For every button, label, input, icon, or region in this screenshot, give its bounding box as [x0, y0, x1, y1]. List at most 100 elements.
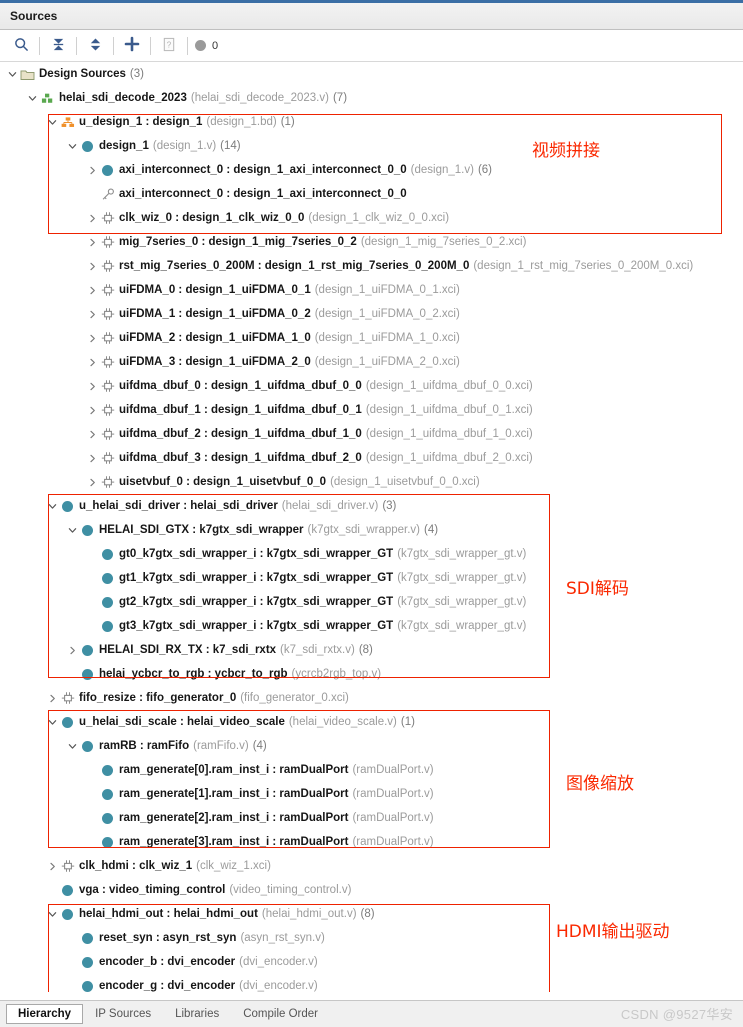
tree-row-filename: (dvi_encoder.v): [239, 956, 318, 968]
ip-core-icon: [99, 374, 116, 398]
chevron-right-icon[interactable]: [86, 254, 99, 278]
tree-row[interactable]: design_1 (design_1.v) (14): [0, 134, 743, 158]
tree-row-filename: (ycrcb2rgb_top.v): [291, 668, 382, 680]
tree-row[interactable]: uiFDMA_3 : design_1_uiFDMA_2_0 (design_1_…: [0, 350, 743, 374]
ip-core-icon: [99, 206, 116, 230]
chevron-right-icon[interactable]: [86, 470, 99, 494]
tree-row[interactable]: helai_ycbcr_to_rgb : ycbcr_to_rgb (ycrcb2…: [0, 662, 743, 686]
tree-row-filename: (ramDualPort.v): [352, 836, 434, 848]
chevron-down-icon[interactable]: [66, 134, 79, 158]
tree-row[interactable]: uifdma_dbuf_0 : design_1_uifdma_dbuf_0_0…: [0, 374, 743, 398]
chevron-down-icon[interactable]: [66, 734, 79, 758]
tree-row[interactable]: HELAI_SDI_RX_TX : k7_sdi_rxtx (k7_sdi_rxt…: [0, 638, 743, 662]
tree-row[interactable]: u_helai_sdi_driver : helai_sdi_driver (he…: [0, 494, 743, 518]
folder-icon: [19, 62, 36, 86]
chevron-down-icon[interactable]: [26, 86, 39, 110]
chevron-right-icon[interactable]: [86, 206, 99, 230]
chevron-down-icon[interactable]: [6, 62, 19, 86]
svg-text:?: ?: [167, 40, 172, 49]
tree-row[interactable]: ram_generate[3].ram_inst_i : ramDualPort…: [0, 830, 743, 854]
collapse-all-button[interactable]: [43, 33, 73, 59]
tree-row[interactable]: u_design_1 : design_1 (design_1.bd) (1): [0, 110, 743, 134]
tree-row[interactable]: gt3_k7gtx_sdi_wrapper_i : k7gtx_sdi_wrap…: [0, 614, 743, 638]
chevron-down-icon[interactable]: [66, 518, 79, 542]
tree-row[interactable]: clk_hdmi : clk_wiz_1 (clk_wiz_1.xci): [0, 854, 743, 878]
chevron-right-icon[interactable]: [86, 230, 99, 254]
tree-row[interactable]: uiFDMA_0 : design_1_uiFDMA_0_1 (design_1_…: [0, 278, 743, 302]
tree-row[interactable]: axi_interconnect_0 : design_1_axi_interc…: [0, 182, 743, 206]
tree-row-child-count: (1): [400, 716, 415, 728]
tree-row[interactable]: ramRB : ramFifo (ramFifo.v) (4): [0, 734, 743, 758]
panel-title-bar: Sources: [0, 0, 743, 30]
circle-icon: [99, 830, 116, 854]
tab-libraries[interactable]: Libraries: [163, 1004, 231, 1024]
tree-row[interactable]: vga : video_timing_control (video_timing_…: [0, 878, 743, 902]
block-design-icon: [59, 110, 76, 134]
chevron-right-icon[interactable]: [86, 422, 99, 446]
ip-core-icon: [99, 422, 116, 446]
tree-row[interactable]: gt2_k7gtx_sdi_wrapper_i : k7gtx_sdi_wrap…: [0, 590, 743, 614]
tree-row-label: u_design_1 : design_1: [79, 116, 203, 128]
add-sources-button[interactable]: [117, 33, 147, 59]
tab-ip-sources[interactable]: IP Sources: [83, 1004, 163, 1024]
ip-core-icon: [59, 686, 76, 710]
tree-row[interactable]: fifo_resize : fifo_generator_0 (fifo_gene…: [0, 686, 743, 710]
tree-row[interactable]: gt0_k7gtx_sdi_wrapper_i : k7gtx_sdi_wrap…: [0, 542, 743, 566]
tree-row[interactable]: HELAI_SDI_GTX : k7gtx_sdi_wrapper (k7gtx_…: [0, 518, 743, 542]
tree-row[interactable]: uisetvbuf_0 : design_1_uisetvbuf_0_0 (des…: [0, 470, 743, 494]
chevron-right-icon[interactable]: [86, 374, 99, 398]
chevron-right-icon[interactable]: [86, 302, 99, 326]
tree-row-label: axi_interconnect_0 : design_1_axi_interc…: [119, 164, 407, 176]
tree-row-label: uiFDMA_2 : design_1_uiFDMA_1_0: [119, 332, 311, 344]
chevron-down-icon[interactable]: [46, 110, 59, 134]
tree-row-filename: (fifo_generator_0.xci): [240, 692, 349, 704]
chevron-right-icon[interactable]: [86, 158, 99, 182]
tree-row[interactable]: clk_wiz_0 : design_1_clk_wiz_0_0 (design_…: [0, 206, 743, 230]
search-button[interactable]: [6, 33, 36, 59]
tree-row[interactable]: gt1_k7gtx_sdi_wrapper_i : k7gtx_sdi_wrap…: [0, 566, 743, 590]
tree-row[interactable]: ram_generate[2].ram_inst_i : ramDualPort…: [0, 806, 743, 830]
chevron-down-icon[interactable]: [46, 494, 59, 518]
sources-tree[interactable]: Design Sources (3) helai_sdi_decode_2023 (h…: [0, 62, 743, 992]
tree-row[interactable]: encoder_b : dvi_encoder (dvi_encoder.v): [0, 950, 743, 974]
tree-row[interactable]: axi_interconnect_0 : design_1_axi_interc…: [0, 158, 743, 182]
chevron-down-icon[interactable]: [46, 902, 59, 926]
tree-row[interactable]: mig_7series_0 : design_1_mig_7series_0_2…: [0, 230, 743, 254]
tree-row-label: mig_7series_0 : design_1_mig_7series_0_2: [119, 236, 357, 248]
chevron-right-icon[interactable]: [86, 278, 99, 302]
tree-row[interactable]: uifdma_dbuf_1 : design_1_uifdma_dbuf_0_1…: [0, 398, 743, 422]
tree-row-filename: (ramDualPort.v): [352, 764, 434, 776]
status-count-label: 0: [212, 39, 219, 52]
tree-row[interactable]: uifdma_dbuf_3 : design_1_uifdma_dbuf_2_0…: [0, 446, 743, 470]
tab-compile-order[interactable]: Compile Order: [231, 1004, 330, 1024]
tree-row-label: HELAI_SDI_RX_TX : k7_sdi_rxtx: [99, 644, 277, 656]
chevron-right-icon[interactable]: [86, 326, 99, 350]
tree-row[interactable]: uiFDMA_1 : design_1_uiFDMA_0_2 (design_1_…: [0, 302, 743, 326]
tree-row-label: encoder_g : dvi_encoder: [99, 980, 236, 992]
tree-row[interactable]: encoder_g : dvi_encoder (dvi_encoder.v): [0, 974, 743, 992]
tree-row[interactable]: uiFDMA_2 : design_1_uiFDMA_1_0 (design_1_…: [0, 326, 743, 350]
tree-row[interactable]: u_helai_sdi_scale : helai_video_scale (he…: [0, 710, 743, 734]
tree-row-filename: (design_1_uiFDMA_0_1.xci): [314, 284, 460, 296]
chevron-down-icon[interactable]: [46, 710, 59, 734]
tree-row[interactable]: uifdma_dbuf_2 : design_1_uifdma_dbuf_1_0…: [0, 422, 743, 446]
tree-row[interactable]: rst_mig_7series_0_200M : design_1_rst_mi…: [0, 254, 743, 278]
tree-row-filename: (design_1_clk_wiz_0_0.xci): [308, 212, 450, 224]
chevron-right-icon[interactable]: [86, 446, 99, 470]
tree-row[interactable]: Design Sources (3): [0, 62, 743, 86]
chevron-right-icon[interactable]: [86, 398, 99, 422]
circle-icon: [99, 758, 116, 782]
expand-collapse-button[interactable]: [80, 33, 110, 59]
tree-row-filename: (design_1.bd): [206, 116, 277, 128]
chevron-right-icon[interactable]: [66, 638, 79, 662]
tree-row-label: reset_syn : asyn_rst_syn: [99, 932, 237, 944]
tab-hierarchy[interactable]: Hierarchy: [6, 1004, 84, 1024]
chevron-right-icon[interactable]: [46, 854, 59, 878]
chevron-right-icon[interactable]: [46, 686, 59, 710]
tree-row-label: design_1: [99, 140, 149, 152]
help-button[interactable]: ?: [154, 33, 184, 59]
tree-row-label: uifdma_dbuf_3 : design_1_uifdma_dbuf_2_0: [119, 452, 362, 464]
tree-row-filename: (k7_sdi_rxtx.v): [280, 644, 355, 656]
tree-row[interactable]: helai_sdi_decode_2023 (helai_sdi_decode_2…: [0, 86, 743, 110]
chevron-right-icon[interactable]: [86, 350, 99, 374]
